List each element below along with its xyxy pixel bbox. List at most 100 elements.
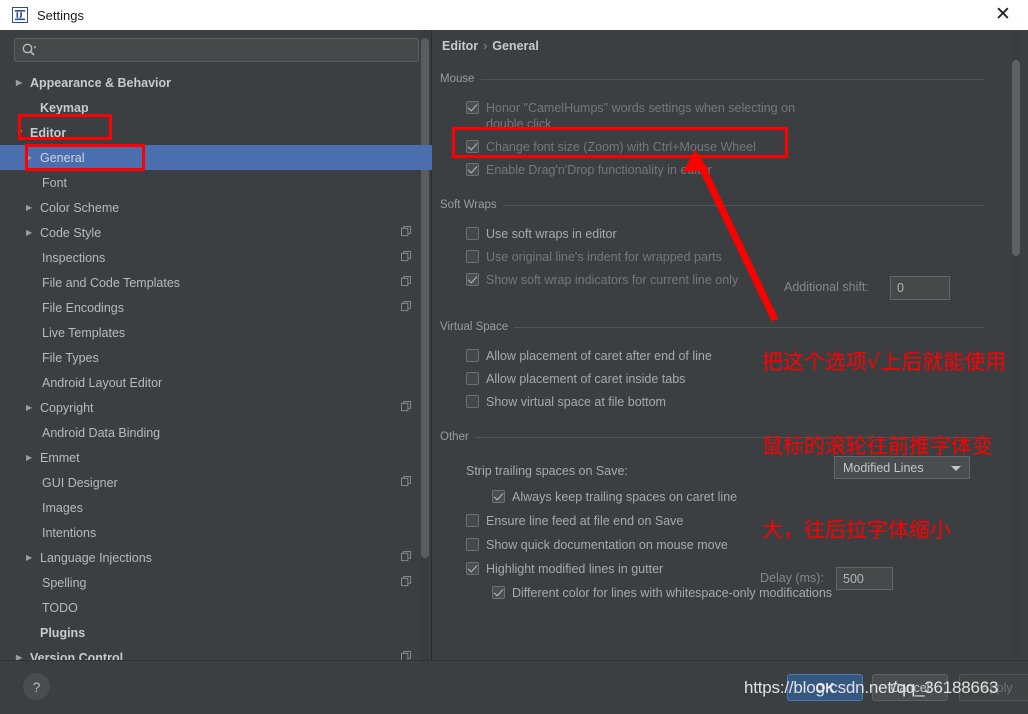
sidebar-item-label: Android Layout Editor — [42, 375, 163, 390]
sidebar-item-label: Images — [42, 500, 83, 515]
option-different-color-whitespace[interactable]: Different color for lines with whitespac… — [492, 585, 984, 601]
window-title: Settings — [37, 7, 84, 23]
sidebar-item-copyright[interactable]: ▶ Copyright — [0, 395, 432, 420]
checkbox-highlight-modified-lines[interactable] — [466, 562, 479, 575]
sidebar-item-label: Version Control — [30, 650, 124, 661]
sidebar-item-label: Editor — [30, 125, 67, 140]
sidebar-item-code-style[interactable]: ▶ Code Style — [0, 220, 432, 245]
sidebar-item-version-control[interactable]: ▶ Version Control — [0, 645, 432, 660]
option-caret-inside-tabs[interactable]: Allow placement of caret inside tabs — [466, 371, 984, 387]
option-ensure-line-feed[interactable]: Ensure line feed at file end on Save — [466, 513, 984, 529]
checkbox-change-font-size[interactable] — [466, 140, 479, 153]
option-caret-after-eol-label: Allow placement of caret after end of li… — [486, 349, 712, 363]
search-input[interactable] — [40, 42, 400, 58]
sidebar-item-label: TODO — [42, 600, 78, 615]
sidebar-item-color-scheme[interactable]: ▶ Color Scheme — [0, 195, 432, 220]
sidebar-item-file-types[interactable]: File Types — [0, 345, 432, 370]
sidebar-item-label: Color Scheme — [40, 200, 120, 215]
option-caret-after-eol[interactable]: Allow placement of caret after end of li… — [466, 348, 984, 364]
chevron-down-icon[interactable]: ▼ — [16, 128, 30, 137]
checkbox-caret-after-eol[interactable] — [466, 349, 479, 362]
breadcrumb-parent[interactable]: Editor — [442, 39, 478, 53]
copy-settings-icon — [401, 251, 412, 262]
option-ensure-line-feed-label: Ensure line feed at file end on Save — [486, 514, 684, 528]
chevron-down-icon — [951, 466, 961, 471]
sidebar-item-intentions[interactable]: Intentions — [0, 520, 432, 545]
group-mouse: Mouse Honor "CamelHumps" words settings … — [440, 72, 984, 178]
chevron-right-icon[interactable]: ▶ — [16, 653, 30, 660]
option-original-indent-label: Use original line's indent for wrapped p… — [486, 250, 722, 264]
checkbox-caret-inside-tabs[interactable] — [466, 372, 479, 385]
sidebar-item-language-injections[interactable]: ▶ Language Injections — [0, 545, 432, 570]
checkbox-soft-wrap-indicators[interactable] — [466, 273, 479, 286]
group-soft-wraps: Soft Wraps Use soft wraps in editor Use … — [440, 198, 984, 288]
chevron-right-icon[interactable]: ▶ — [26, 403, 40, 412]
search-box[interactable] — [14, 38, 419, 62]
chevron-right-icon[interactable]: ▶ — [26, 228, 40, 237]
delay-input[interactable] — [836, 567, 893, 590]
settings-main-panel: Editor › General Mouse Honor "CamelHumps" … — [432, 30, 1028, 675]
main-scrollbar-thumb[interactable] — [1012, 60, 1020, 256]
sidebar-item-label: Intentions — [42, 525, 97, 540]
checkbox-drag-n-drop[interactable] — [466, 163, 479, 176]
chevron-right-icon[interactable]: ▶ — [26, 553, 40, 562]
copy-settings-icon — [401, 401, 412, 412]
sidebar-item-label: File Types — [42, 350, 99, 365]
sidebar-item-inspections[interactable]: Inspections — [0, 245, 432, 270]
sidebar-item-plugins[interactable]: Plugins — [0, 620, 432, 645]
close-icon[interactable]: ✕ — [992, 5, 1014, 27]
sidebar-item-todo[interactable]: TODO — [0, 595, 432, 620]
checkbox-different-color-whitespace[interactable] — [492, 586, 505, 599]
watermark: https://blog.csdn.net/qq_36188663 — [744, 678, 999, 697]
sidebar-item-file-and-code-templates[interactable]: File and Code Templates — [0, 270, 432, 295]
help-button[interactable]: ? — [23, 673, 50, 700]
checkbox-ensure-line-feed[interactable] — [466, 514, 479, 527]
sidebar-item-label: Live Templates — [42, 325, 126, 340]
group-other-title: Other — [440, 430, 984, 444]
chevron-right-icon[interactable]: ▶ — [26, 153, 40, 162]
option-use-soft-wraps[interactable]: Use soft wraps in editor — [466, 226, 984, 242]
checkbox-honor-camelhumps[interactable] — [466, 101, 479, 114]
option-original-indent[interactable]: Use original line's indent for wrapped p… — [466, 249, 984, 265]
checkbox-quick-documentation[interactable] — [466, 538, 479, 551]
option-change-font-size[interactable]: Change font size (Zoom) with Ctrl+Mouse … — [466, 139, 984, 155]
sidebar-item-label: Keymap — [40, 100, 89, 115]
sidebar-item-editor[interactable]: ▼ Editor — [0, 120, 432, 145]
sidebar-item-gui-designer[interactable]: GUI Designer — [0, 470, 432, 495]
option-keep-trailing-spaces[interactable]: Always keep trailing spaces on caret lin… — [492, 489, 984, 505]
sidebar-item-label: Emmet — [40, 450, 80, 465]
sidebar-item-font[interactable]: Font — [0, 170, 432, 195]
copy-settings-icon — [401, 276, 412, 287]
checkbox-use-soft-wraps[interactable] — [466, 227, 479, 240]
sidebar-item-images[interactable]: Images — [0, 495, 432, 520]
option-virtual-space-bottom[interactable]: Show virtual space at file bottom — [466, 394, 984, 410]
option-honor-camelhumps[interactable]: Honor "CamelHumps" words settings when s… — [466, 100, 836, 132]
copy-settings-icon — [401, 651, 412, 660]
sidebar-item-file-encodings[interactable]: File Encodings — [0, 295, 432, 320]
sidebar-item-label: Android Data Binding — [42, 425, 161, 440]
sidebar-item-emmet[interactable]: ▶ Emmet — [0, 445, 432, 470]
sidebar-item-android-layout-editor[interactable]: Android Layout Editor — [0, 370, 432, 395]
chevron-right-icon[interactable]: ▶ — [16, 78, 30, 87]
checkbox-virtual-space-bottom[interactable] — [466, 395, 479, 408]
option-use-soft-wraps-label: Use soft wraps in editor — [486, 227, 617, 241]
sidebar-item-keymap[interactable]: Keymap — [0, 95, 432, 120]
checkbox-original-indent[interactable] — [466, 250, 479, 263]
strip-trailing-spaces-select[interactable]: Modified Lines — [834, 456, 970, 479]
chevron-right-icon[interactable]: ▶ — [26, 203, 40, 212]
delay-label: Delay (ms): — [760, 571, 824, 585]
sidebar-item-general[interactable]: ▶ General — [0, 145, 432, 170]
sidebar-item-live-templates[interactable]: Live Templates — [0, 320, 432, 345]
sidebar-item-label: Font — [42, 175, 68, 190]
checkbox-keep-trailing-spaces[interactable] — [492, 490, 505, 503]
option-soft-wrap-indicators-label: Show soft wrap indicators for current li… — [486, 273, 739, 287]
option-quick-documentation[interactable]: Show quick documentation on mouse move — [466, 537, 984, 553]
sidebar-item-label: Code Style — [40, 225, 102, 240]
sidebar-item-android-data-binding[interactable]: Android Data Binding — [0, 420, 432, 445]
sidebar-item-appearance-behavior[interactable]: ▶ Appearance & Behavior — [0, 70, 432, 95]
chevron-right-icon[interactable]: ▶ — [26, 453, 40, 462]
additional-shift-input[interactable] — [890, 276, 950, 300]
sidebar-item-spelling[interactable]: Spelling — [0, 570, 432, 595]
option-highlight-modified-lines[interactable]: Highlight modified lines in gutter — [466, 561, 984, 577]
option-drag-n-drop[interactable]: Enable Drag'n'Drop functionality in edit… — [466, 162, 984, 178]
